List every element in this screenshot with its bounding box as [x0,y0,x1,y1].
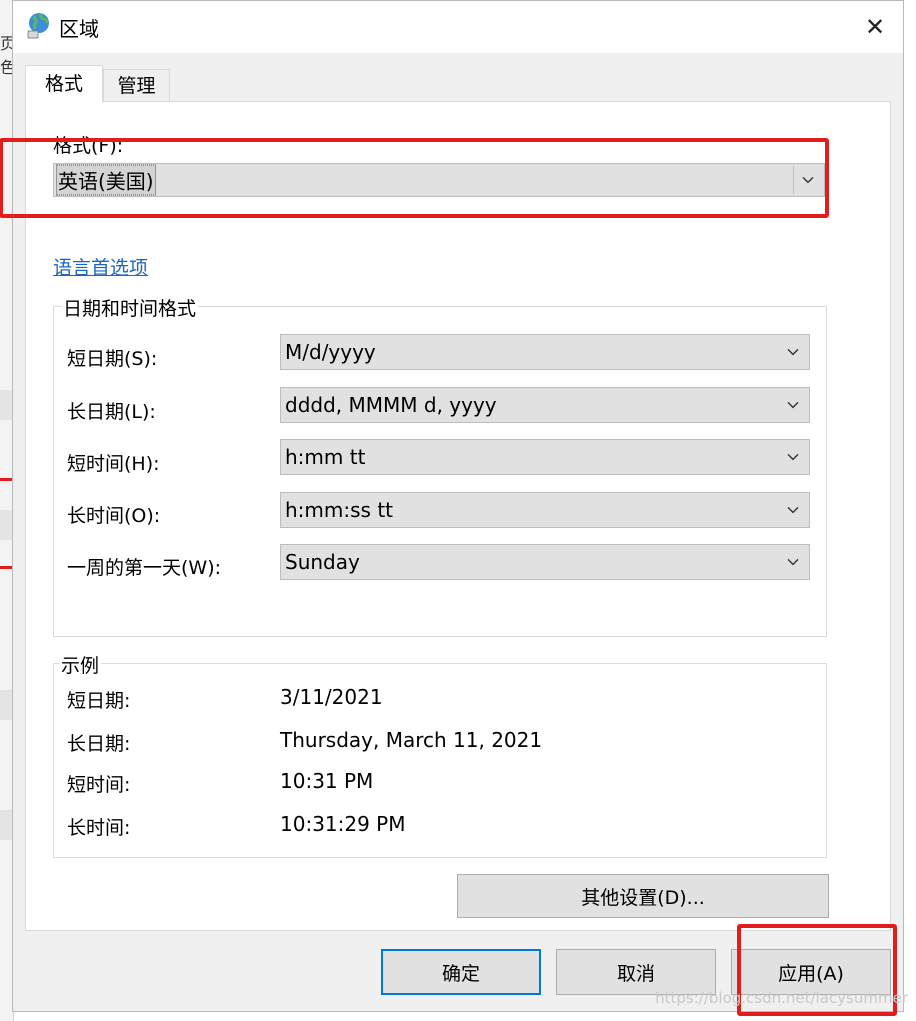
background-red-mark [0,478,12,481]
chevron-down-icon [787,506,799,514]
watermark-text: https://blog.csdn.net/lacysummer [655,989,908,1007]
example-long-date-label: 长日期: [67,733,131,755]
chevron-down-icon [787,558,799,566]
chevron-down-icon [787,348,799,356]
short-date-dropdown[interactable]: M/d/yyyy [280,334,810,370]
background-red-mark [0,566,12,569]
short-date-value: M/d/yyyy [285,340,376,364]
long-time-dropdown[interactable]: h:mm:ss tt [280,492,810,528]
example-long-time-label: 长时间: [67,817,131,839]
examples-group [53,663,827,858]
long-date-label: 长日期(L): [67,401,156,423]
example-short-date-value: 3/11/2021 [280,685,383,709]
example-short-date-label: 短日期: [67,690,131,712]
highlight-box-format [0,138,829,218]
chevron-down-icon [787,453,799,461]
long-time-label: 长时间(O): [67,505,161,527]
chevron-down-icon [787,401,799,409]
ok-button[interactable]: 确定 [381,949,541,995]
other-settings-button[interactable]: 其他设置(D)... [457,874,829,918]
title-bar: 区域 ✕ [13,1,903,53]
short-time-dropdown[interactable]: h:mm tt [280,439,810,475]
short-time-value: h:mm tt [285,445,366,469]
tab-administrative[interactable]: 管理 [103,69,170,101]
example-short-time-label: 短时间: [67,774,131,796]
tab-format[interactable]: 格式 [25,65,103,103]
examples-group-title: 示例 [59,651,102,678]
dialog-title: 区域 [59,17,99,41]
example-short-time-value: 10:31 PM [280,769,374,793]
globe-icon [27,13,50,39]
long-date-dropdown[interactable]: dddd, MMMM d, yyyy [280,387,810,423]
example-long-time-value: 10:31:29 PM [280,812,406,836]
first-day-of-week-dropdown[interactable]: Sunday [280,544,810,580]
short-time-label: 短时间(H): [67,453,160,475]
datetime-group-title: 日期和时间格式 [61,294,199,321]
close-button[interactable]: ✕ [847,1,903,53]
region-dialog: 区域 ✕ 格式 管理 格式(F): 英语(美国) 语言首选项 日期和时间格式 短… [0,0,904,1016]
short-date-label: 短日期(S): [67,348,158,370]
example-long-date-value: Thursday, March 11, 2021 [280,728,543,752]
long-date-value: dddd, MMMM d, yyyy [285,393,497,417]
long-time-value: h:mm:ss tt [285,498,393,522]
first-day-of-week-value: Sunday [285,550,360,574]
first-day-of-week-label: 一周的第一天(W): [67,557,222,579]
language-preferences-link[interactable]: 语言首选项 [53,253,148,280]
